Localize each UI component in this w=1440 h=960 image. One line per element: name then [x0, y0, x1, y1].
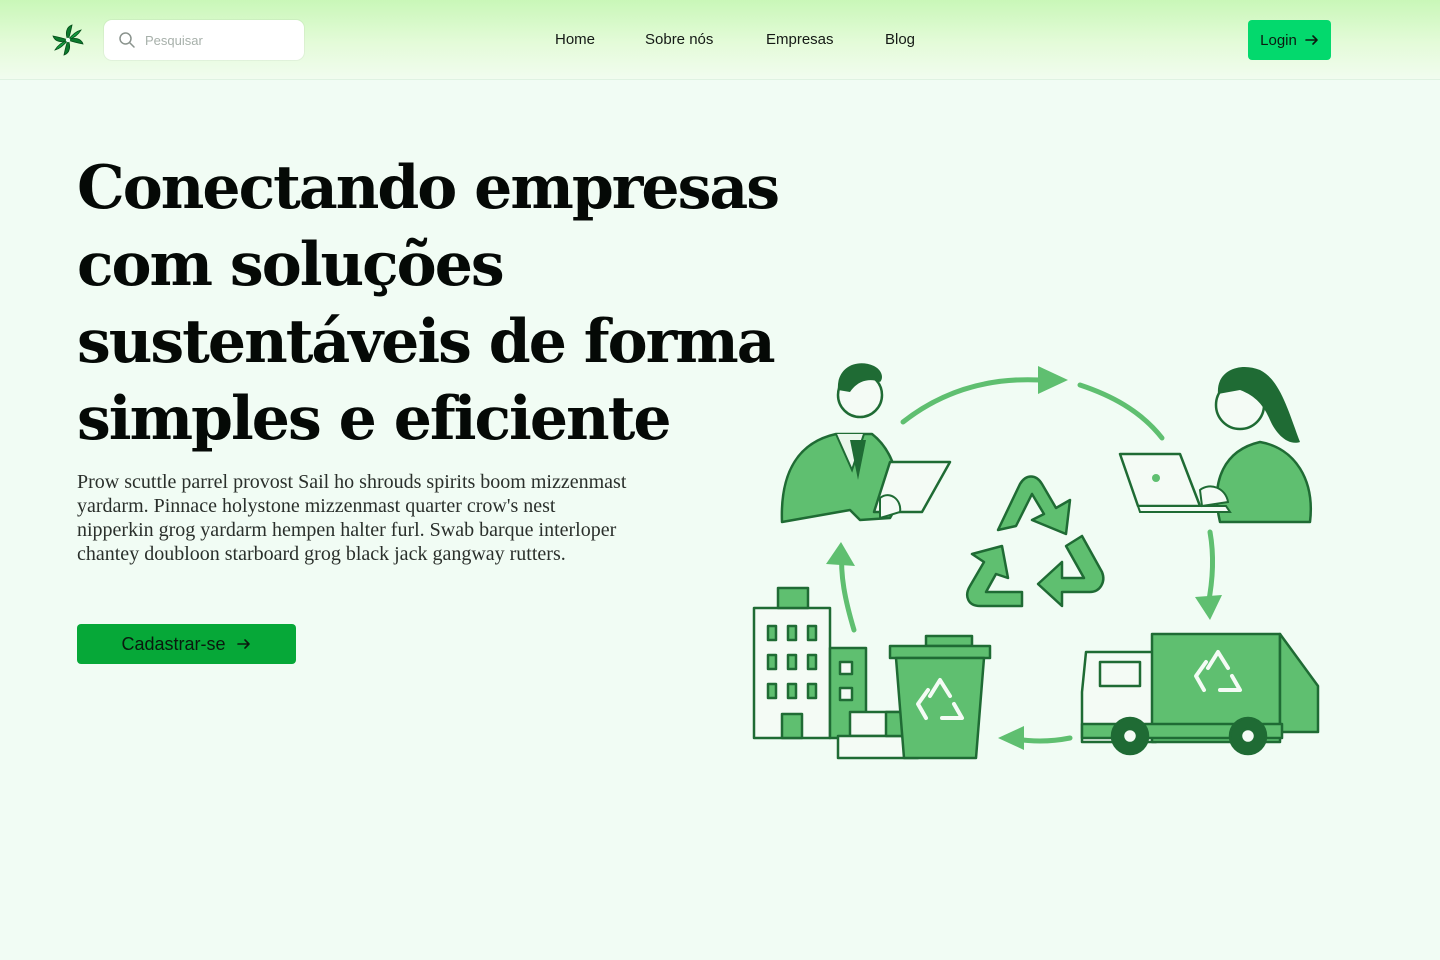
garbage-truck-icon [1080, 632, 1320, 756]
hero-description: Prow scuttle parrel provost Sail ho shro… [77, 471, 627, 565]
woman-with-laptop-icon [1118, 367, 1313, 524]
recycle-icon [966, 475, 1105, 608]
arrow-right-icon [1305, 35, 1318, 45]
recycling-cycle-illustration [752, 363, 1320, 760]
login-button-label: Login [1260, 31, 1297, 49]
arrow-right-icon [236, 639, 250, 649]
nav-link-empresas[interactable]: Empresas [766, 28, 834, 52]
nav-link-sobre-nos[interactable]: Sobre nós [645, 28, 713, 52]
signup-button[interactable]: Cadastrar-se [77, 624, 296, 664]
recycle-bin-icon [888, 634, 992, 760]
signup-button-label: Cadastrar-se [121, 633, 226, 654]
top-navbar: Home Sobre nós Empresas Blog Login [0, 0, 1440, 80]
nav-link-blog[interactable]: Blog [885, 28, 915, 52]
main-nav: Home Sobre nós Empresas Blog [0, 28, 1440, 52]
nav-link-home[interactable]: Home [555, 28, 595, 52]
businessman-figure-icon [780, 363, 952, 524]
buildings-icon [752, 586, 920, 760]
login-button[interactable]: Login [1248, 20, 1331, 60]
